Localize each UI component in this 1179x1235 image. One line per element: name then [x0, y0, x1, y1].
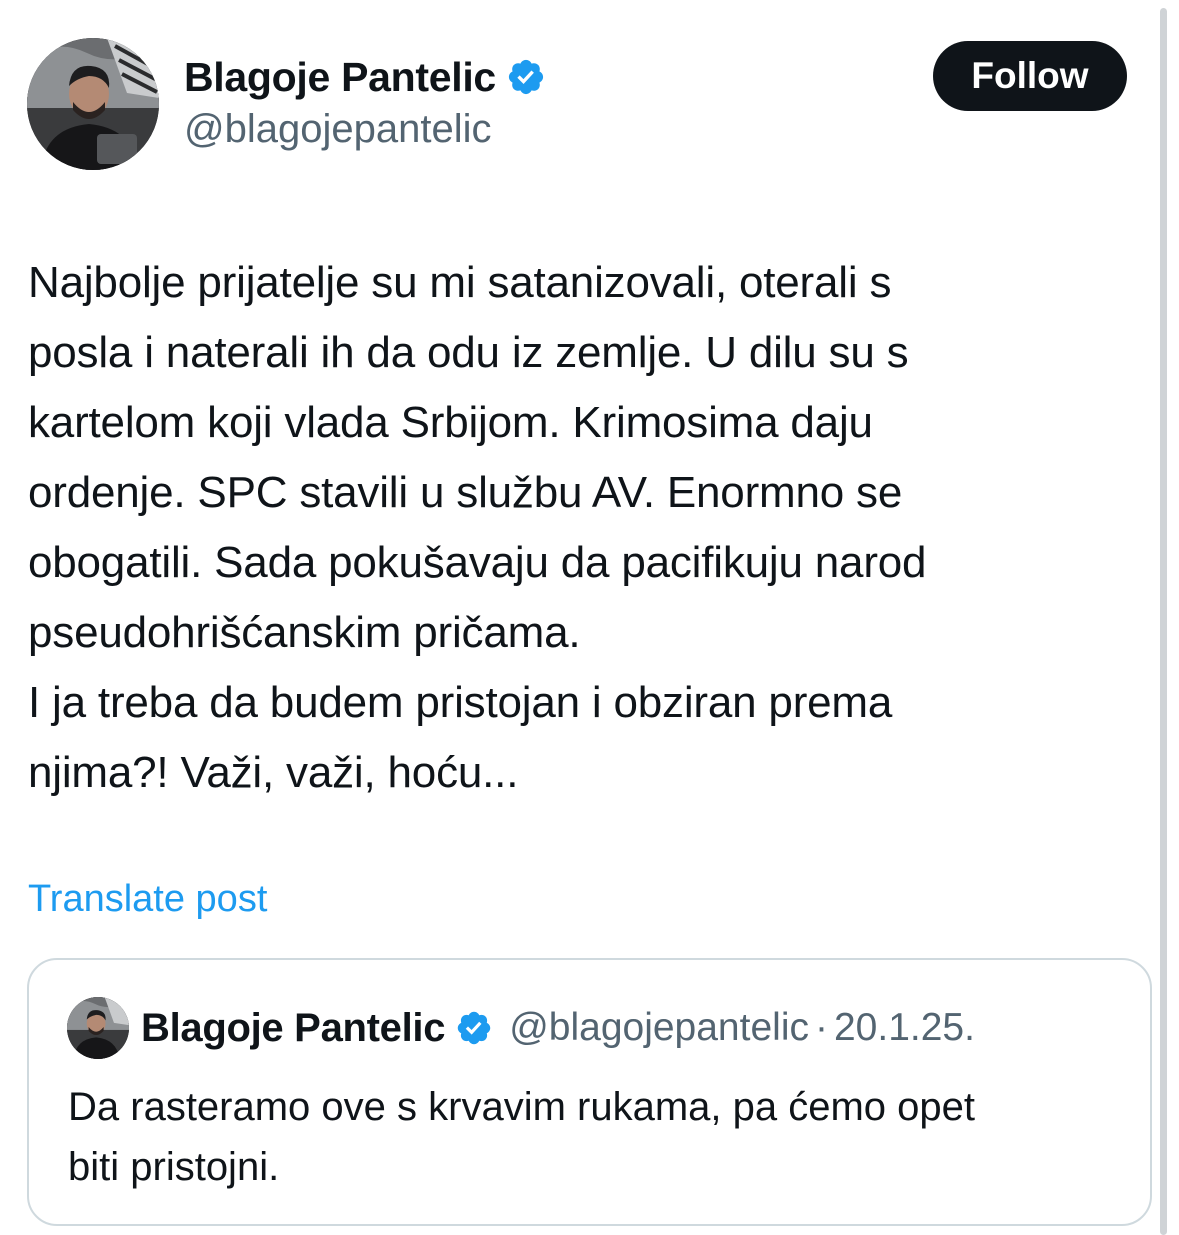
quoted-post[interactable]: Blagoje Pantelic @blagojepantelic · 20.1… [27, 958, 1152, 1226]
quoted-author-name[interactable]: Blagoje Pantelic [141, 1006, 445, 1051]
author-avatar[interactable] [27, 38, 159, 170]
author-display-name[interactable]: Blagoje Pantelic [184, 54, 496, 101]
post-line: obogatili. Sada pokušavaju da pacifikuju… [28, 538, 927, 587]
quoted-post-date[interactable]: 20.1.25. [834, 1006, 975, 1050]
verified-badge-icon[interactable] [506, 57, 546, 97]
follow-button[interactable]: Follow [933, 41, 1127, 111]
quoted-author-handle[interactable]: @blagojepantelic [509, 1006, 809, 1050]
post-line: I ja treba da budem pristojan i obziran … [28, 678, 893, 727]
avatar-photo-icon [27, 38, 159, 170]
translate-post-link[interactable]: Translate post [28, 878, 267, 921]
author-handle[interactable]: @blagojepantelic [184, 107, 491, 152]
quoted-post-line: biti pristojni. [68, 1145, 280, 1189]
separator-dot: · [814, 1006, 828, 1049]
post-text: Najbolje prijatelje su mi satanizovali, … [28, 248, 1138, 808]
post-line: njima?! Važi, važi, hoću... [28, 748, 519, 797]
quoted-author-avatar[interactable] [67, 997, 129, 1059]
post-line: Najbolje prijatelje su mi satanizovali, … [28, 258, 892, 307]
quoted-post-line: Da rasteramo ove s krvavim rukama, pa će… [68, 1085, 976, 1129]
scrollbar[interactable] [1160, 8, 1167, 1235]
post-line: ordenje. SPC stavili u službu AV. Enormn… [28, 468, 903, 517]
verified-badge-icon [455, 1009, 493, 1047]
post-line: pseudohrišćanskim pričama. [28, 608, 581, 657]
quoted-post-text: Da rasteramo ove s krvavim rukama, pa će… [68, 1077, 1138, 1197]
tweet-page: Blagoje Pantelic @blagojepantelic Follow… [0, 0, 1179, 1235]
author-name-row: Blagoje Pantelic [184, 50, 546, 104]
post-line: posla i naterali ih da odu iz zemlje. U … [28, 328, 909, 377]
avatar-photo-icon [67, 997, 129, 1059]
post-line: kartelom koji vlada Srbijom. Krimosima d… [28, 398, 873, 447]
quoted-post-header: Blagoje Pantelic @blagojepantelic · 20.1… [141, 1003, 975, 1053]
